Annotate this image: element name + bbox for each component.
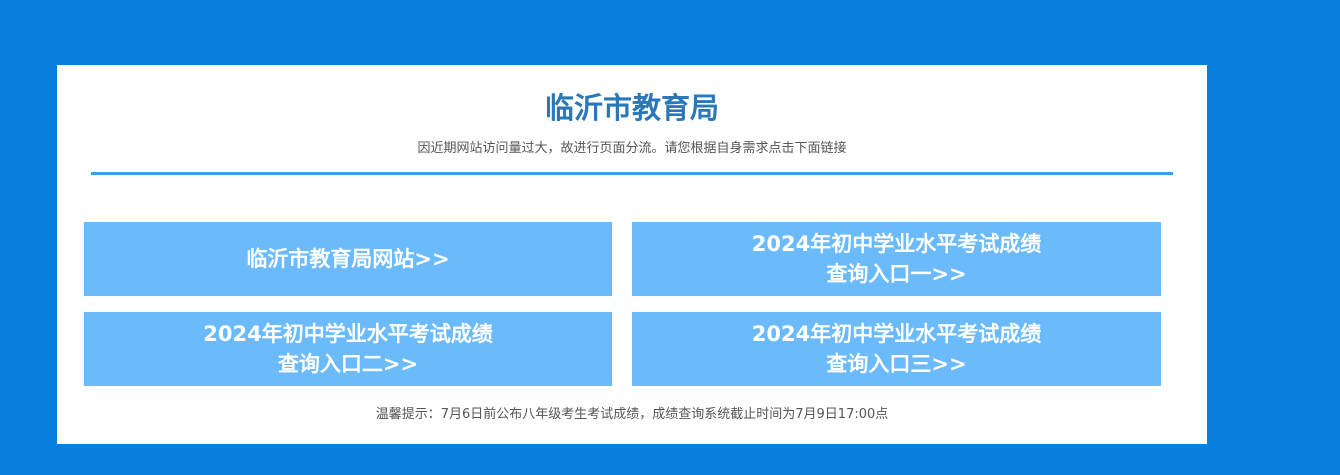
- content-panel: 临沂市教育局 因近期网站访问量过大，故进行页面分流。请您根据自身需求点击下面链接…: [57, 65, 1207, 444]
- page-title: 临沂市教育局: [544, 91, 719, 125]
- link-label-line2: 查询入口一>>: [826, 262, 967, 286]
- score-query-entry-3-link[interactable]: 2024年初中学业水平考试成绩 查询入口三>>: [632, 312, 1161, 386]
- link-label-line1: 2024年初中学业水平考试成绩: [751, 322, 1042, 346]
- link-label-line2: 查询入口二>>: [277, 352, 419, 376]
- notice-text: 温馨提示：7月6日前公布八年级考生考试成绩，成绩查询系统截止时间为7月9日17:…: [375, 407, 889, 422]
- page-subtitle: 因近期网站访问量过大，故进行页面分流。请您根据自身需求点击下面链接: [417, 141, 847, 156]
- link-label: 临沂市教育局网站>>: [246, 247, 450, 271]
- link-label-line1: 2024年初中学业水平考试成绩: [203, 322, 493, 346]
- link-label-line2: 查询入口三>>: [826, 352, 967, 376]
- score-query-entry-1-link[interactable]: 2024年初中学业水平考试成绩 查询入口一>>: [632, 222, 1161, 296]
- page-background: { "header": { "title": "临沂市教育局", "subtit…: [0, 0, 1340, 475]
- title-divider: [91, 172, 1173, 175]
- link-label-line1: 2024年初中学业水平考试成绩: [751, 232, 1042, 256]
- education-bureau-site-link[interactable]: 临沂市教育局网站>>: [84, 222, 612, 296]
- score-query-entry-2-link[interactable]: 2024年初中学业水平考试成绩 查询入口二>>: [84, 312, 612, 386]
